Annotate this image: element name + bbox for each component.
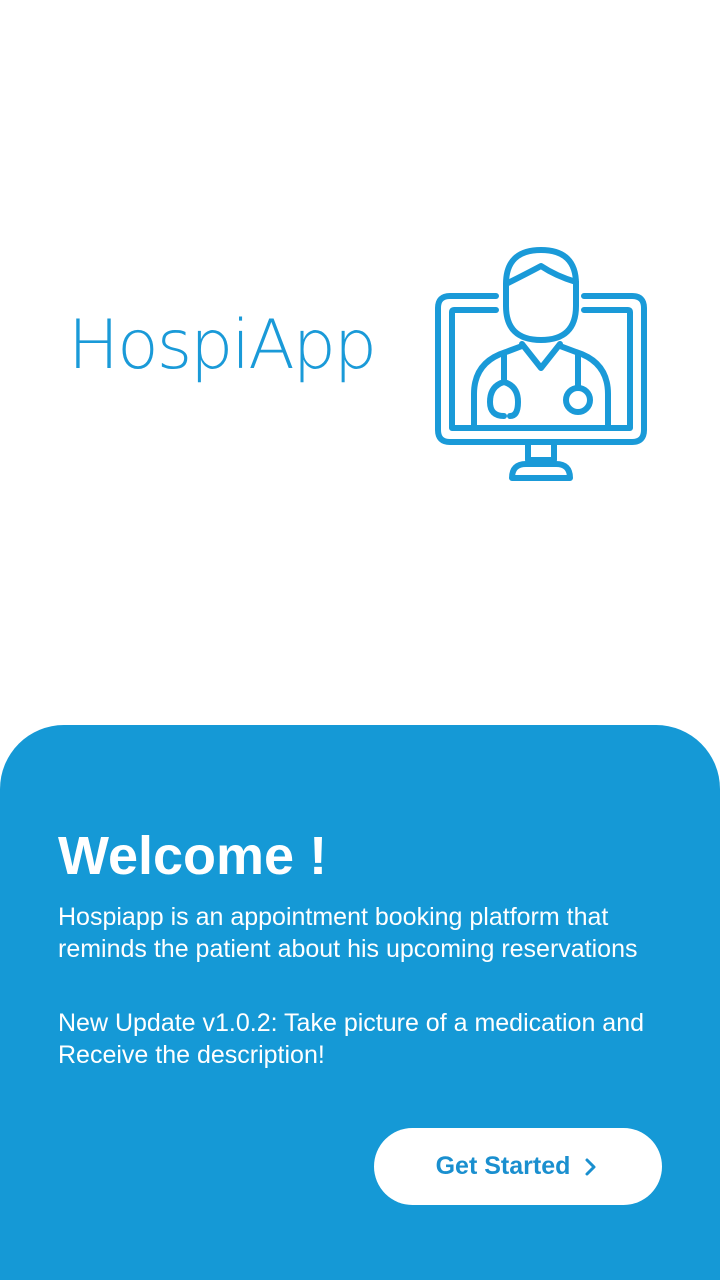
welcome-title: Welcome ! — [58, 826, 328, 886]
get-started-label: Get Started — [435, 1152, 571, 1180]
brand-name: HospiApp — [68, 306, 377, 385]
logo-area: HospiApp — [0, 0, 720, 725]
chevron-right-icon — [585, 1158, 596, 1175]
welcome-panel: Welcome ! Hospiapp is an appointment boo… — [0, 725, 720, 1280]
welcome-screen: HospiApp Welcome ! Hospiapp is an appoin… — [0, 0, 720, 1280]
doctor-monitor-icon — [435, 247, 647, 481]
welcome-description: Hospiapp is an appointment booking platf… — [58, 903, 638, 963]
update-note: New Update v1.0.2: Take picture of a med… — [58, 1009, 644, 1069]
get-started-button[interactable]: Get Started — [374, 1128, 662, 1205]
